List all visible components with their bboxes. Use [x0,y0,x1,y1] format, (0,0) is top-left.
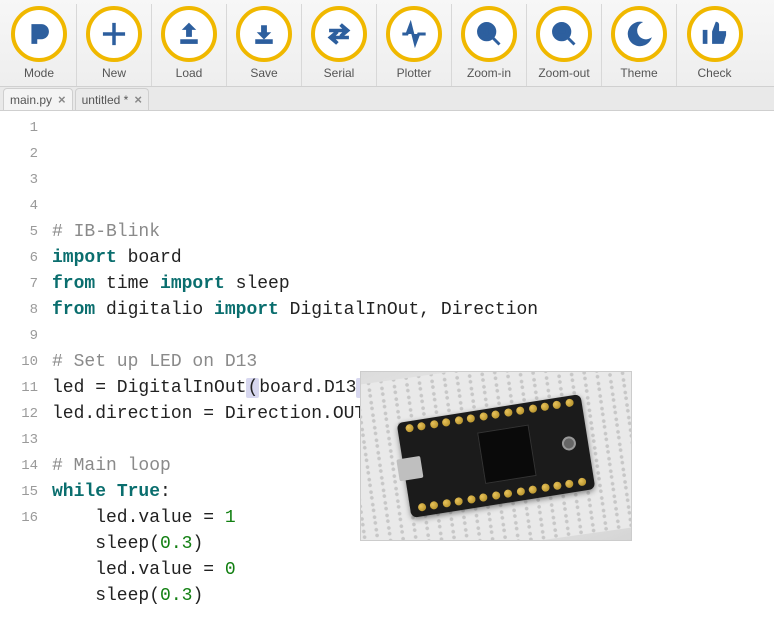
tool-label: Save [250,66,277,80]
code-token: DigitalInOut, Direction [279,300,538,320]
line-number: 1 [0,115,38,141]
tool-label: Theme [620,66,657,80]
code-line[interactable]: from time import sleep [52,271,774,297]
pulse-icon [386,6,442,62]
line-number: 6 [0,245,38,271]
new-button[interactable]: New [77,4,152,86]
code-token: # Main loop [52,456,171,476]
code-editor[interactable]: 12345678910111213141516 # IB-Blinkimport… [0,111,774,635]
line-number: 10 [0,349,38,375]
tool-label: Zoom-in [467,66,511,80]
code-line[interactable]: import board [52,245,774,271]
zoom-in-icon [461,6,517,62]
code-token [106,482,117,502]
tab-label: main.py [10,93,52,107]
code-token: True [117,482,160,502]
code-token: led = DigitalInOut [52,378,246,398]
line-number: 13 [0,427,38,453]
theme-button[interactable]: Theme [602,4,677,86]
line-number: 16 [0,505,38,531]
line-gutter: 12345678910111213141516 [0,115,52,635]
code-token: 0 [225,560,236,580]
code-token: import [52,248,117,268]
tool-label: Zoom-out [538,66,589,80]
save-button[interactable]: Save [227,4,302,86]
code-token: # IB-Blink [52,222,160,242]
download-icon [236,6,292,62]
line-number: 2 [0,141,38,167]
code-token: ) [192,534,203,554]
tool-label: Load [176,66,203,80]
code-token: while [52,482,106,502]
code-token: 0.3 [160,586,192,606]
zoomin-button[interactable]: Zoom-in [452,4,527,86]
tool-label: Check [697,66,731,80]
code-token: import [160,274,225,294]
upload-icon [161,6,217,62]
code-token: board [117,248,182,268]
plotter-button[interactable]: Plotter [377,4,452,86]
code-line[interactable]: sleep(0.3) [52,583,774,609]
serial-button[interactable]: Serial [302,4,377,86]
tab-main-py[interactable]: main.py × [3,88,73,110]
tool-label: Serial [324,66,355,80]
code-token: from [52,274,95,294]
code-line[interactable]: # IB-Blink [52,219,774,245]
load-button[interactable]: Load [152,4,227,86]
code-token: time [95,274,160,294]
close-icon[interactable]: × [134,92,142,107]
line-number: 12 [0,401,38,427]
line-number: 11 [0,375,38,401]
zoomout-button[interactable]: Zoom-out [527,4,602,86]
line-number: 3 [0,167,38,193]
code-token: from [52,300,95,320]
line-number: 4 [0,193,38,219]
tool-label: New [102,66,126,80]
code-token: led.value = [52,560,225,580]
code-token: digitalio [95,300,214,320]
tab-untitled-[interactable]: untitled * × [75,88,149,110]
tab-bar: main.py × untitled * × [0,87,774,111]
arrows-icon [311,6,367,62]
code-token: ( [246,378,259,398]
code-token: ) [192,586,203,606]
code-token: 1 [225,508,236,528]
check-button[interactable]: Check [677,4,752,86]
thumb-icon [687,6,743,62]
plus-icon [86,6,142,62]
line-number: 9 [0,323,38,349]
mode-button[interactable]: Mode [2,4,77,86]
code-token: led.direction = Direction.OUTPUT [52,404,398,424]
line-number: 5 [0,219,38,245]
code-token: led.value = [52,508,225,528]
code-token: : [160,482,171,502]
code-token: board.D13 [259,378,356,398]
code-line[interactable] [52,609,774,635]
toolbar: Mode New Load Save Serial Plotter Zoom-i… [0,0,774,87]
moon-icon [611,6,667,62]
mode-icon [11,6,67,62]
zoom-out-icon [536,6,592,62]
code-line[interactable]: led.value = 0 [52,557,774,583]
code-area[interactable]: # IB-Blinkimport boardfrom time import s… [52,115,774,635]
code-token: sleep [225,274,290,294]
code-line[interactable]: from digitalio import DigitalInOut, Dire… [52,297,774,323]
code-token: import [214,300,279,320]
code-token: 0.3 [160,534,192,554]
tab-label: untitled * [82,93,129,107]
code-token: # Set up LED on D13 [52,352,257,372]
close-icon[interactable]: × [58,92,66,107]
tool-label: Mode [24,66,54,80]
code-token: sleep( [52,534,160,554]
line-number: 14 [0,453,38,479]
tool-label: Plotter [397,66,432,80]
board-photo-overlay [360,371,632,541]
code-token: sleep( [52,586,160,606]
line-number: 15 [0,479,38,505]
code-line[interactable] [52,323,774,349]
line-number: 8 [0,297,38,323]
line-number: 7 [0,271,38,297]
